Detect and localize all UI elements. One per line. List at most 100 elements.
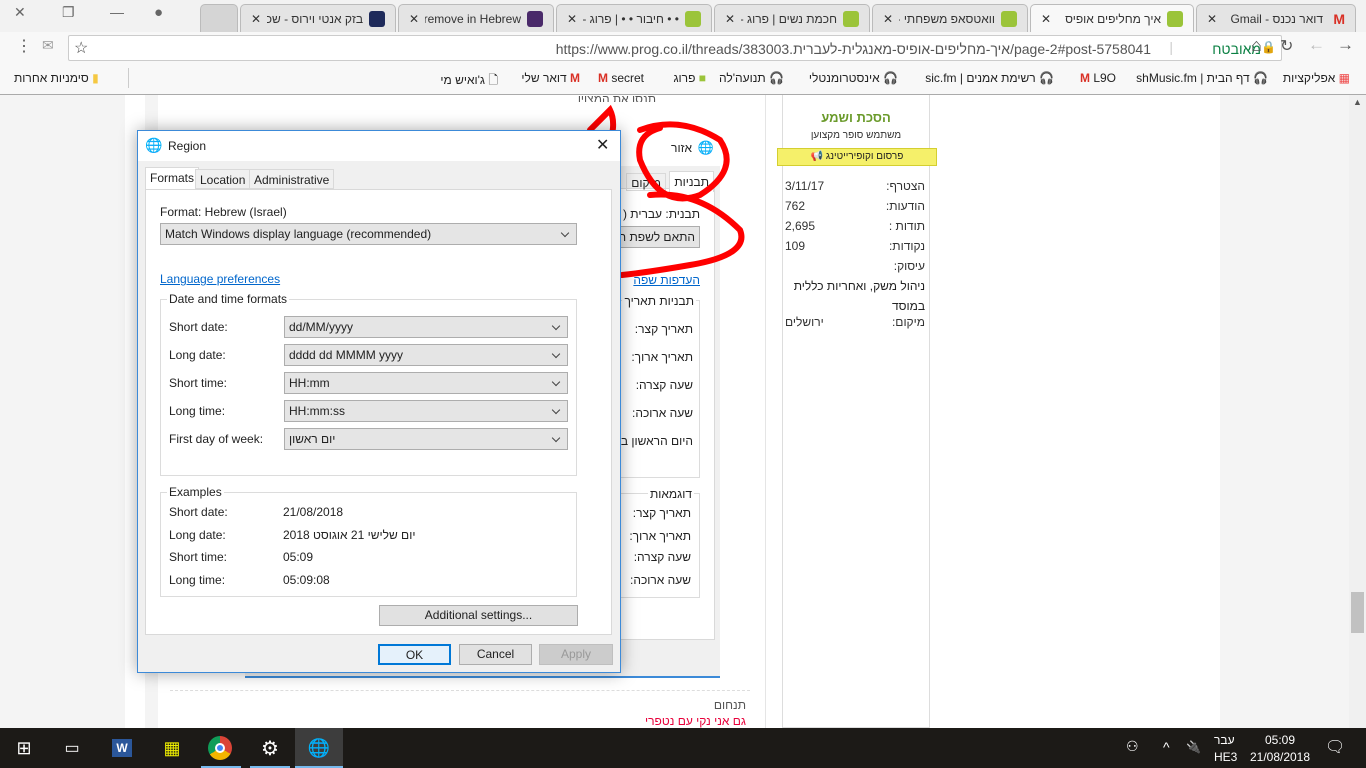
close-tab-icon[interactable]: ✕ (1207, 12, 1217, 26)
tab-formats[interactable]: Formats (145, 167, 200, 190)
cancel-button[interactable]: Cancel (459, 644, 532, 665)
tab-morfix[interactable]: remove in Hebrew ✕ (398, 4, 554, 32)
signature-label: תנחום (713, 698, 746, 712)
region-dialog: 🌐 Region ✕ Formats Location Administrati… (137, 130, 621, 673)
tab-prog-nashim[interactable]: חכמת נשים | פרוג - ✕ (714, 4, 870, 32)
headphones-icon: 🎧 (1253, 71, 1268, 85)
banner[interactable]: פרסום וקופירייטינג 📢 (777, 148, 937, 166)
bookmark-l9o[interactable]: M L9O (1080, 71, 1116, 85)
profile-icon[interactable]: ● (154, 4, 163, 21)
menu-icon[interactable]: ⋮ (16, 36, 32, 56)
reload-icon[interactable]: ↻ (1280, 36, 1293, 56)
home-icon[interactable]: ⌂ (1251, 35, 1262, 56)
additional-settings-button[interactable]: Additional settings... (379, 605, 578, 626)
stat-messages: הודעות: 762 (785, 199, 925, 213)
tab-administrative[interactable]: Administrative (249, 169, 335, 189)
close-tab-icon[interactable]: ✕ (251, 12, 261, 26)
page-icon: 🗋 (488, 73, 498, 87)
tab-gmail[interactable]: M דואר נכנס - Gmail ✕ (1196, 4, 1356, 32)
bookmark-shmusic[interactable]: 🎧 דף הבית | shMusic.fm (1120, 71, 1268, 85)
lock-icon[interactable]: 🔒 (1261, 40, 1276, 54)
bezeq-icon (369, 10, 385, 27)
dialog-titlebar[interactable]: 🌐 Region ✕ (138, 131, 620, 161)
stat-thanks: תודות :2,695 (785, 219, 925, 233)
prog-icon (685, 10, 701, 27)
ok-button[interactable]: OK (378, 644, 451, 665)
short-time-select[interactable]: HH:mm (284, 372, 568, 394)
short-date-select[interactable]: dd/MM/yyyy (284, 316, 568, 338)
headphones-icon: 🎧 (883, 71, 898, 85)
notifications-icon[interactable]: 🗨 (1325, 737, 1345, 757)
globe-clock-icon: 🌐 (307, 737, 331, 758)
restore-window-icon[interactable]: ❐ (62, 4, 75, 21)
bookmark-instrumental[interactable]: 🎧 אינסטרומנטלי (809, 71, 898, 85)
close-tab-icon[interactable]: ✕ (409, 12, 419, 26)
first-day-select[interactable]: יום ראשון (284, 428, 568, 450)
close-tab-icon[interactable]: ✕ (883, 12, 893, 26)
close-icon[interactable]: ✕ (596, 135, 609, 155)
tab-prog-chibur[interactable]: • • חיבור • • | פרוג - ✕ (556, 4, 712, 32)
bookmark-artists[interactable]: 🎧 רשימת אמנים | sic.fm (906, 71, 1054, 85)
occupation-label: עיסוק: (893, 259, 925, 273)
format-select[interactable]: Match Windows display language (recommen… (160, 223, 577, 245)
bookmark-jewish[interactable]: 🗋 ג'ואיש מי (440, 71, 498, 92)
language-preferences-link[interactable]: Language preferences (160, 272, 280, 286)
apply-button[interactable]: Apply (539, 644, 613, 665)
scrollbar[interactable]: ▲ (1349, 95, 1366, 728)
taskbar-region[interactable]: 🌐 (295, 728, 343, 768)
extension-icon[interactable]: ✉ (42, 37, 54, 54)
language-indicator[interactable]: עבר (1214, 733, 1235, 747)
new-tab-button[interactable] (200, 4, 238, 32)
apps-grid-icon: ▦ (1338, 71, 1350, 85)
url-text: https://www.prog.co.il/threads/383003.אי… (555, 41, 1151, 57)
stat-points: נקודות: 109 (785, 239, 925, 253)
bookmark-my-mail[interactable]: M דואר שלי (521, 71, 580, 85)
taskbar-settings[interactable]: ⚙ (246, 728, 294, 768)
bookmark-secret[interactable]: M secret (598, 71, 644, 85)
clock-time[interactable]: 05:09 (1250, 733, 1310, 747)
bookmark-tnuala[interactable]: 🎧 תנועה'לה (719, 71, 784, 85)
taskbar-word[interactable]: W (98, 728, 146, 768)
tab-prog-whatsapp[interactable]: וואטסאפ משפחתי - ✕ (872, 4, 1028, 32)
forward-icon[interactable]: ← (1308, 35, 1325, 55)
long-time-select[interactable]: HH:mm:ss (284, 400, 568, 422)
windows-icon: ⊞ (16, 737, 32, 758)
bookmark-star-icon[interactable]: ☆ (74, 38, 88, 58)
back-icon[interactable]: → (1337, 35, 1354, 55)
folder-icon: ▮ (92, 71, 99, 85)
long-date-select[interactable]: dddd dd MMMM yyyy (284, 344, 568, 366)
tab-bezeq[interactable]: בזק אנטי וירוס - שכ ✕ (240, 4, 396, 32)
other-bookmarks[interactable]: ▮ סימניות אחרות (14, 71, 99, 85)
start-button[interactable]: ⊞ (0, 728, 48, 768)
username[interactable]: הסכת ושמע (783, 110, 929, 125)
people-icon[interactable]: ⚇ (1126, 738, 1139, 755)
bookmark-apps[interactable]: ▦ אפליקציות (1283, 71, 1350, 85)
close-tab-icon[interactable]: ✕ (567, 12, 577, 26)
occupation-value: ניהול משק, ואחריות כללית במוסד (793, 279, 925, 313)
prog-icon (1167, 10, 1183, 27)
address-bar[interactable]: ☆ https://www.prog.co.il/threads/383003.… (68, 35, 1282, 61)
clock-date[interactable]: 21/08/2018 (1248, 750, 1312, 764)
format-label: Format: Hebrew (Israel) (160, 205, 287, 219)
examples-group: Examples Short date: 21/08/2018 Long dat… (160, 485, 577, 597)
megaphone-icon: 📢 (810, 151, 824, 162)
scrollbar-thumb[interactable] (1351, 592, 1364, 633)
tab-active-prog[interactable]: איך מחליפים אופיס ✕ (1030, 4, 1194, 32)
close-tab-icon[interactable]: ✕ (725, 12, 735, 26)
tab-location[interactable]: Location (195, 169, 251, 189)
browser-toolbar: ⋮ ✉ ☆ https://www.prog.co.il/threads/383… (0, 32, 1366, 62)
morfix-icon (527, 10, 543, 27)
close-window-icon[interactable]: ✕ (14, 4, 26, 21)
close-tab-icon[interactable]: ✕ (1041, 12, 1051, 26)
scroll-up-icon[interactable]: ▲ (1353, 97, 1362, 107)
gmail-icon: M (1079, 71, 1090, 85)
battery-icon[interactable]: 🔌 (1186, 740, 1201, 754)
gear-icon: ⚙ (261, 737, 279, 760)
bookmark-prog[interactable]: ■ פרוג (673, 71, 706, 85)
keyboard-layout[interactable]: HE3 (1214, 750, 1237, 764)
minimize-window-icon[interactable]: — (110, 4, 124, 20)
task-view-button[interactable]: ▭ (48, 728, 96, 768)
taskbar-chrome[interactable] (196, 728, 244, 768)
show-hidden-icons[interactable]: ^ (1163, 739, 1170, 755)
taskbar-app[interactable]: ▦ (148, 728, 196, 768)
